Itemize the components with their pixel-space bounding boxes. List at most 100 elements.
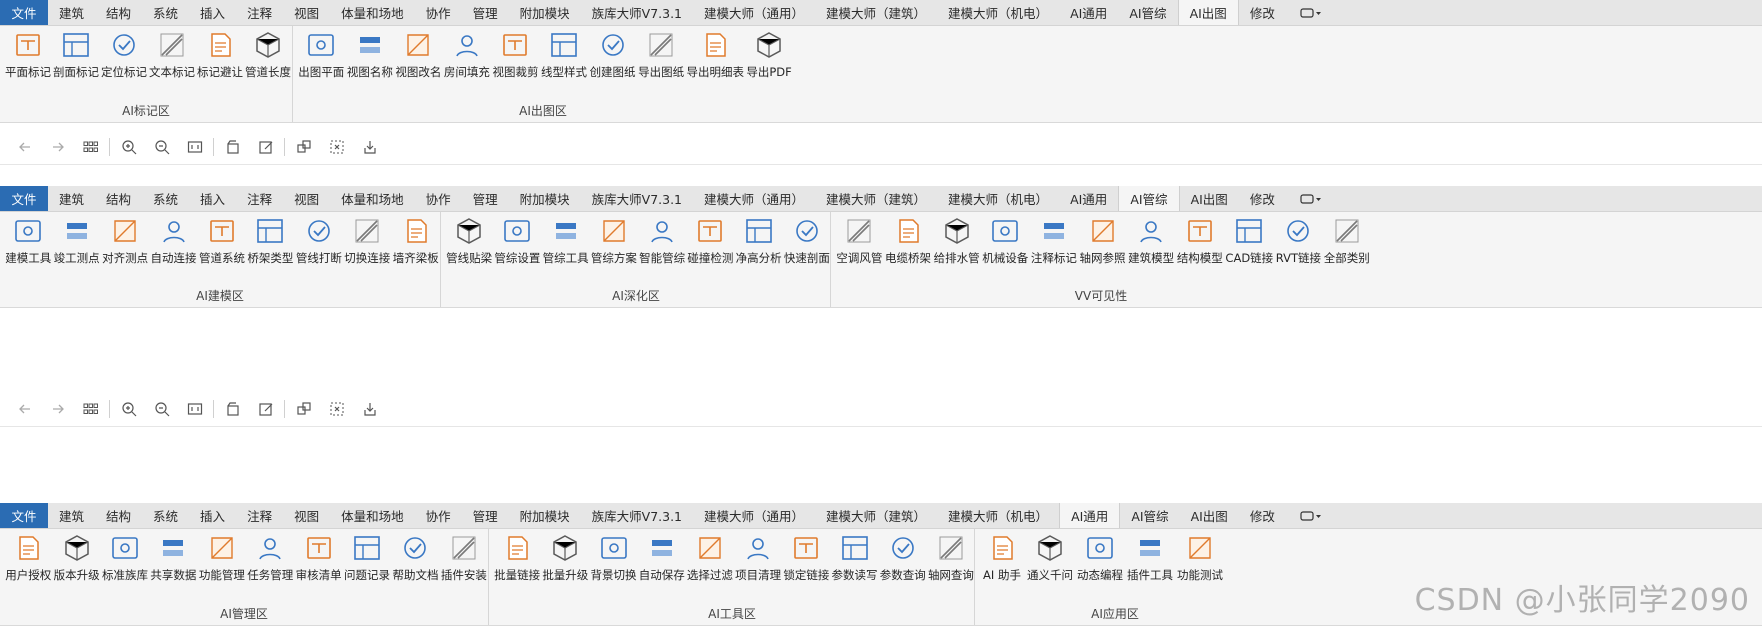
rotate-button[interactable]: [216, 134, 249, 160]
ribbon-tool-button[interactable]: 功能测试: [1175, 532, 1225, 583]
zoom-out-button[interactable]: [145, 134, 178, 160]
ribbon-tab-8[interactable]: 协作: [415, 503, 462, 528]
ribbon-tool-button[interactable]: CAD链接: [1224, 215, 1274, 266]
ribbon-tool-button[interactable]: 功能管理: [198, 532, 246, 583]
tab-file[interactable]: 文件: [0, 186, 48, 211]
grid-button[interactable]: [74, 396, 107, 422]
ribbon-tool-button[interactable]: 动态编程: [1075, 532, 1125, 583]
ribbon-tool-button[interactable]: 参数读写: [830, 532, 878, 583]
ribbon-tool-button[interactable]: 智能管综: [638, 215, 686, 266]
ribbon-tab-9[interactable]: 管理: [462, 186, 509, 211]
ribbon-tool-button[interactable]: 导出明细表: [685, 29, 745, 80]
ribbon-tab-17[interactable]: AI出图: [1180, 503, 1239, 528]
ribbon-tool-button[interactable]: 导出PDF: [745, 29, 793, 80]
ribbon-tool-button[interactable]: 批量链接: [493, 532, 541, 583]
ribbon-tab-12[interactable]: 建模大师（通用）: [693, 186, 815, 211]
ribbon-tool-button[interactable]: 出图平面: [297, 29, 346, 80]
ribbon-tab-13[interactable]: 建模大师（建筑）: [815, 0, 937, 25]
ribbon-tool-button[interactable]: 碰撞检测: [686, 215, 734, 266]
tab-file[interactable]: 文件: [0, 0, 48, 25]
ribbon-tool-button[interactable]: 结构模型: [1175, 215, 1224, 266]
forward-arrow-button[interactable]: [41, 396, 74, 422]
ribbon-tool-button[interactable]: AI 助手: [979, 532, 1025, 583]
ribbon-tool-button[interactable]: 文本标记: [148, 29, 196, 80]
ribbon-tool-button[interactable]: 审核清单: [294, 532, 342, 583]
ribbon-tab-10[interactable]: 附加模块: [509, 0, 581, 25]
ribbon-tab-4[interactable]: 插入: [189, 503, 236, 528]
ribbon-tab-10[interactable]: 附加模块: [509, 186, 581, 211]
ribbon-tab-14[interactable]: 建模大师（机电）: [937, 0, 1059, 25]
export-button[interactable]: [353, 134, 386, 160]
ribbon-tool-button[interactable]: 自动保存: [638, 532, 686, 583]
ribbon-tool-button[interactable]: 视图名称: [346, 29, 395, 80]
ribbon-tab-7[interactable]: 体量和场地: [330, 186, 415, 211]
ribbon-tool-button[interactable]: 参数查询: [879, 532, 927, 583]
edit-button[interactable]: [249, 396, 282, 422]
ribbon-tab-3[interactable]: 系统: [142, 0, 189, 25]
ribbon-tab-3[interactable]: 系统: [142, 503, 189, 528]
ribbon-tab-18[interactable]: 修改: [1239, 186, 1286, 211]
ribbon-tool-button[interactable]: 全部类别: [1322, 215, 1371, 266]
ribbon-tab-18[interactable]: 修改: [1239, 0, 1286, 25]
back-arrow-button[interactable]: [8, 396, 41, 422]
ribbon-tool-button[interactable]: 剖面标记: [52, 29, 100, 80]
ribbon-tab-16[interactable]: AI管综: [1118, 0, 1177, 25]
ribbon-tool-button[interactable]: 管综方案: [590, 215, 638, 266]
ribbon-tool-button[interactable]: 批量升级: [541, 532, 589, 583]
ribbon-tool-button[interactable]: 轴网参照: [1078, 215, 1127, 266]
zoom-out-button[interactable]: [145, 396, 178, 422]
ribbon-tool-button[interactable]: 定位标记: [100, 29, 148, 80]
ribbon-tab-6[interactable]: 视图: [283, 503, 330, 528]
ribbon-tab-2[interactable]: 结构: [95, 503, 142, 528]
ribbon-tab-11[interactable]: 族库大师V7.3.1: [581, 503, 693, 528]
ribbon-tab-2[interactable]: 结构: [95, 186, 142, 211]
ribbon-tool-button[interactable]: 项目清理: [734, 532, 782, 583]
ribbon-tab-5[interactable]: 注释: [236, 186, 283, 211]
ribbon-tool-button[interactable]: 管综设置: [493, 215, 541, 266]
ribbon-tool-button[interactable]: 平面标记: [4, 29, 52, 80]
ribbon-tool-button[interactable]: 用户授权: [4, 532, 52, 583]
ribbon-tab-12[interactable]: 建模大师（通用）: [693, 503, 815, 528]
edit-button[interactable]: [249, 134, 282, 160]
tab-overflow-dropdown[interactable]: [1286, 503, 1336, 528]
back-arrow-button[interactable]: [8, 134, 41, 160]
ribbon-tab-18[interactable]: 修改: [1239, 503, 1286, 528]
ribbon-tool-button[interactable]: 建筑模型: [1127, 215, 1176, 266]
tab-file[interactable]: 文件: [0, 503, 48, 528]
ribbon-tool-button[interactable]: 墙齐梁板: [392, 215, 440, 266]
ribbon-tab-13[interactable]: 建模大师（建筑）: [815, 503, 937, 528]
ribbon-tool-button[interactable]: 管综工具: [542, 215, 590, 266]
export-button[interactable]: [353, 396, 386, 422]
ribbon-tab-15[interactable]: AI通用: [1059, 0, 1118, 25]
ribbon-tool-button[interactable]: 管线打断: [295, 215, 343, 266]
ribbon-tool-button[interactable]: 插件安装: [440, 532, 488, 583]
ribbon-tool-button[interactable]: 给排水管: [932, 215, 981, 266]
ribbon-tab-14[interactable]: 建模大师（机电）: [937, 503, 1059, 528]
ribbon-tab-15[interactable]: AI通用: [1059, 503, 1121, 528]
ribbon-tool-button[interactable]: 问题记录: [343, 532, 391, 583]
ribbon-tool-button[interactable]: 电缆桥架: [884, 215, 933, 266]
ribbon-tab-12[interactable]: 建模大师（通用）: [693, 0, 815, 25]
fit-view-button[interactable]: [178, 134, 211, 160]
ribbon-tool-button[interactable]: 通义千问: [1025, 532, 1075, 583]
ribbon-tool-button[interactable]: 管道长度: [244, 29, 292, 80]
close-inactive-button[interactable]: [320, 134, 353, 160]
tab-overflow-dropdown[interactable]: [1286, 186, 1336, 211]
ribbon-tool-button[interactable]: 插件工具: [1125, 532, 1175, 583]
tile-button[interactable]: [287, 134, 320, 160]
ribbon-tab-7[interactable]: 体量和场地: [330, 0, 415, 25]
ribbon-tool-button[interactable]: 对齐测点: [101, 215, 149, 266]
ribbon-tool-button[interactable]: 标准族库: [101, 532, 149, 583]
ribbon-tab-2[interactable]: 结构: [95, 0, 142, 25]
ribbon-tab-4[interactable]: 插入: [189, 186, 236, 211]
tile-button[interactable]: [287, 396, 320, 422]
fit-view-button[interactable]: [178, 396, 211, 422]
ribbon-tool-button[interactable]: 净高分析: [735, 215, 783, 266]
ribbon-tool-button[interactable]: 锁定链接: [782, 532, 830, 583]
forward-arrow-button[interactable]: [41, 134, 74, 160]
zoom-in-button[interactable]: [112, 134, 145, 160]
ribbon-tool-button[interactable]: 帮助文档: [391, 532, 439, 583]
ribbon-tool-button[interactable]: 自动连接: [149, 215, 197, 266]
ribbon-tool-button[interactable]: 切换连接: [343, 215, 391, 266]
ribbon-tab-14[interactable]: 建模大师（机电）: [937, 186, 1059, 211]
